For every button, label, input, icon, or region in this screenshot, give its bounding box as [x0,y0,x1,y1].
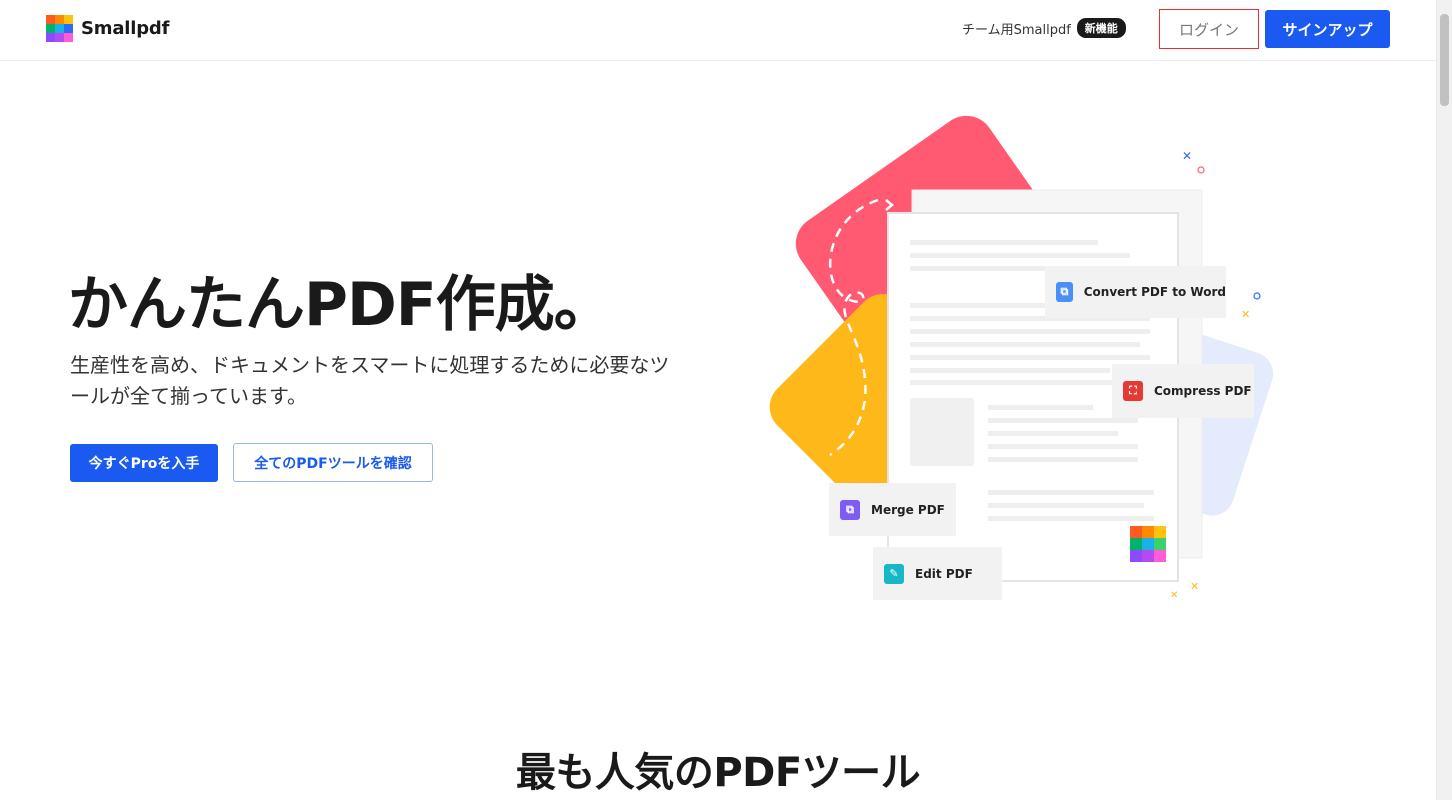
top-navbar: Smallpdf チーム用Smallpdf 新機能 ログイン サインアップ [0,0,1436,61]
tool-card-label: Edit PDF [915,566,973,581]
hero-title: かんたんPDF作成。 [68,270,614,340]
page-scrollbar[interactable] [1436,0,1452,800]
svg-text:✕: ✕ [1190,580,1199,593]
compress-icon: ⛶ [1123,381,1143,401]
team-smallpdf-link[interactable]: チーム用Smallpdf 新機能 [962,18,1126,38]
smallpdf-logo-icon [46,15,73,42]
login-button[interactable]: ログイン [1159,9,1259,49]
tool-card-edit: ✎ Edit PDF [873,547,1002,600]
hero-subtitle: 生産性を高め、ドキュメントをスマートに処理するために必要なツールが全て揃っていま… [70,353,670,408]
new-feature-badge: 新機能 [1076,18,1126,38]
scrollbar-thumb[interactable] [1440,14,1449,106]
merge-icon: ⧉ [840,499,860,520]
word-convert-icon: ⧉ [1056,282,1073,302]
popular-tools-heading: 最も人気のPDFツール [515,750,921,796]
team-link-label: チーム用Smallpdf [962,22,1071,38]
svg-text:✕: ✕ [1170,590,1178,601]
tool-card-label: Merge PDF [871,502,945,517]
view-all-tools-button[interactable]: 全てのPDFツールを確認 [233,443,433,482]
get-pro-button[interactable]: 今すぐProを入手 [70,444,218,482]
edit-icon: ✎ [884,563,904,584]
svg-text:✕: ✕ [1182,149,1192,163]
tool-card-label: Convert PDF to Word [1083,285,1226,299]
svg-text:✕: ✕ [1241,308,1250,321]
hero-illustration: ✕ ✕ ✕ ✕ ⧉ Convert PDF to Word ⛶ Compress… [760,100,1300,610]
tool-card-merge: ⧉ Merge PDF [829,483,956,536]
tool-card-label: Compress PDF [1154,384,1252,398]
tool-card-compress: ⛶ Compress PDF [1112,364,1254,418]
brand-name: Smallpdf [81,18,170,39]
signup-button[interactable]: サインアップ [1265,10,1390,48]
brand-logo[interactable]: Smallpdf [46,15,169,42]
tool-card-convert-word: ⧉ Convert PDF to Word [1045,266,1226,318]
